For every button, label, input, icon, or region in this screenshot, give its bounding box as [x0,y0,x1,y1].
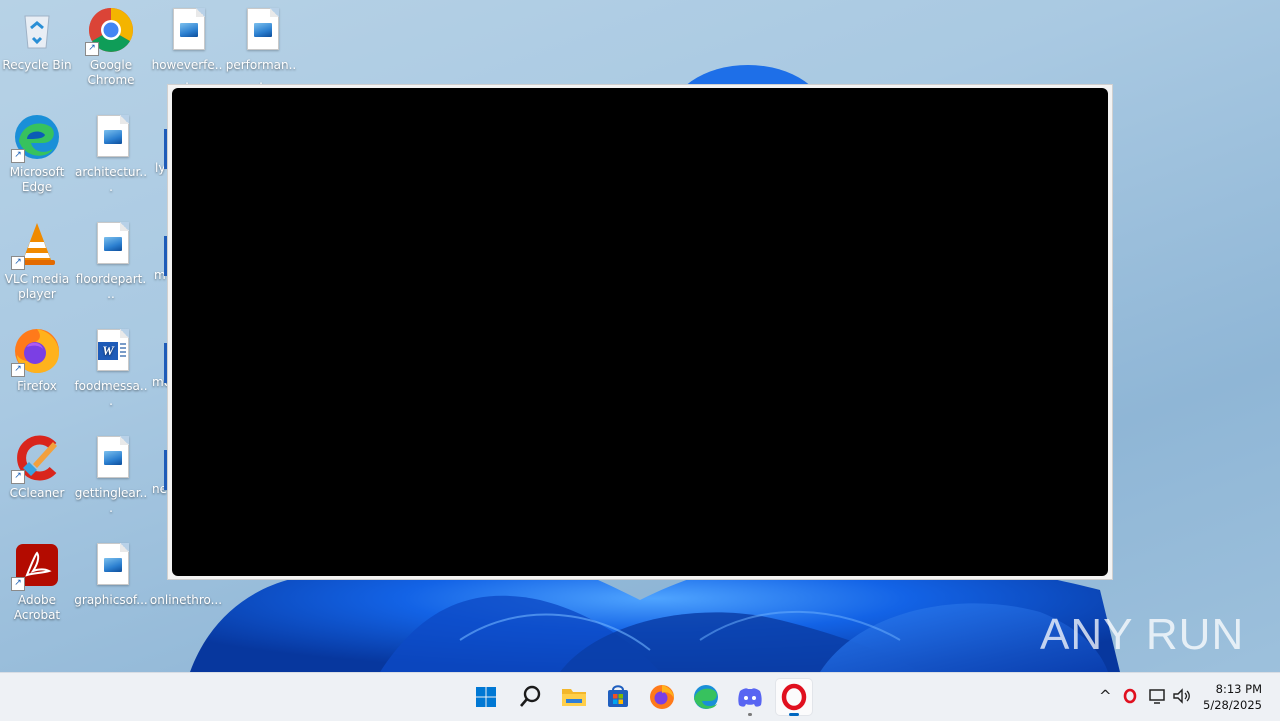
desktop-icon-ccleaner[interactable]: ↗ CCleaner [0,434,74,501]
desktop-icon-label: Firefox [17,379,57,393]
desktop-icon-google-chrome[interactable]: ↗ Google Chrome [74,6,148,88]
clock[interactable]: 8:13 PM 5/28/2025 [1203,681,1262,713]
anyrun-watermark: ANY RUN [1040,610,1245,659]
desktop-icon-label: floordepart... [75,272,147,301]
chrome-icon: ↗ [85,6,135,56]
desktop-icon-recycle-bin[interactable]: Recycle Bin [0,6,74,73]
running-indicator [748,713,752,716]
window-content-black[interactable] [172,88,1108,576]
shortcut-arrow-icon: ↗ [85,42,99,56]
desktop-icon-vlc[interactable]: ↗ VLC media player [0,220,74,302]
tray-opera-icon[interactable] [1121,687,1139,709]
start-button[interactable] [468,679,504,715]
desktop-icon-file[interactable]: W foodmessa... [74,327,148,409]
desktop-icon-label: onlinethro... [149,593,223,607]
desktop-icon-file[interactable]: graphicsof... [74,541,148,608]
shortcut-arrow-icon: ↗ [11,149,25,163]
image-file-icon [163,6,211,54]
desktop-icon-adobe-acrobat[interactable]: ↗ Adobe Acrobat [0,541,74,623]
file-explorer-button[interactable] [556,679,592,715]
shortcut-arrow-icon: ↗ [11,256,25,270]
desktop-icon-microsoft-edge[interactable]: ↗ Microsoft Edge [0,113,74,195]
desktop-icon-label: VLC media player [4,272,70,301]
image-file-icon [87,113,135,161]
folder-icon [562,689,586,706]
desktop-icon-label: Google Chrome [87,58,135,87]
windows-start-icon [476,687,496,707]
edge-taskbar-button[interactable] [688,679,724,715]
firefox-taskbar-button[interactable] [644,679,680,715]
discord-taskbar-button[interactable] [732,679,768,716]
word-file-icon: W [87,327,135,375]
desktop-icon-label: CCleaner [9,486,65,500]
desktop-icon-firefox[interactable]: ↗ Firefox [0,327,74,394]
edge-icon [694,685,718,709]
desktop-icon-file[interactable]: floordepart... [74,220,148,302]
opera-icon [781,683,807,711]
vlc-icon: ↗ [11,220,61,270]
volume-icon[interactable] [1172,687,1192,709]
image-file-icon [237,6,285,54]
desktop-icon-file[interactable]: gettinglear... [74,434,148,516]
desktop-icon-file[interactable]: howeverfe... [150,6,224,88]
app-window[interactable] [167,84,1113,580]
tray-overflow-chevron[interactable]: ^ [1099,687,1112,705]
acrobat-icon: ↗ [11,541,61,591]
search-button[interactable] [512,679,548,715]
clock-date: 5/28/2025 [1203,698,1262,712]
image-file-icon [87,220,135,268]
store-icon [608,685,628,707]
desktop-icon-label: graphicsof... [74,593,148,607]
image-file-icon [87,434,135,482]
desktop-icon-label: gettinglear... [74,486,148,515]
clock-time: 8:13 PM [1215,682,1262,696]
desktop-icon-label: Microsoft Edge [9,165,65,194]
image-file-icon [87,541,135,589]
desktop-icon-label: Adobe Acrobat [13,593,61,622]
ccleaner-icon: ↗ [11,434,61,484]
shortcut-arrow-icon: ↗ [11,363,25,377]
microsoft-store-button[interactable] [600,679,636,715]
search-icon [520,685,541,707]
taskbar: ^ 8:13 PM 5/28/2025 [0,672,1280,721]
desktop-icon-label: foodmessa... [74,379,148,408]
desktop-icon-label: architectur... [74,165,148,194]
active-indicator [789,713,799,716]
desktop-icon-file[interactable]: architectur... [74,113,148,195]
network-icon[interactable] [1148,687,1168,709]
discord-icon [738,688,762,707]
recycle-bin-icon [13,6,61,54]
shortcut-arrow-icon: ↗ [11,577,25,591]
shortcut-arrow-icon: ↗ [11,470,25,484]
opera-taskbar-button[interactable] [776,679,812,716]
firefox-icon: ↗ [11,327,61,377]
desktop-icon-label: Recycle Bin [2,58,72,72]
edge-icon: ↗ [11,113,61,163]
firefox-icon [650,685,674,709]
desktop-icon-file[interactable]: performan... [224,6,298,88]
